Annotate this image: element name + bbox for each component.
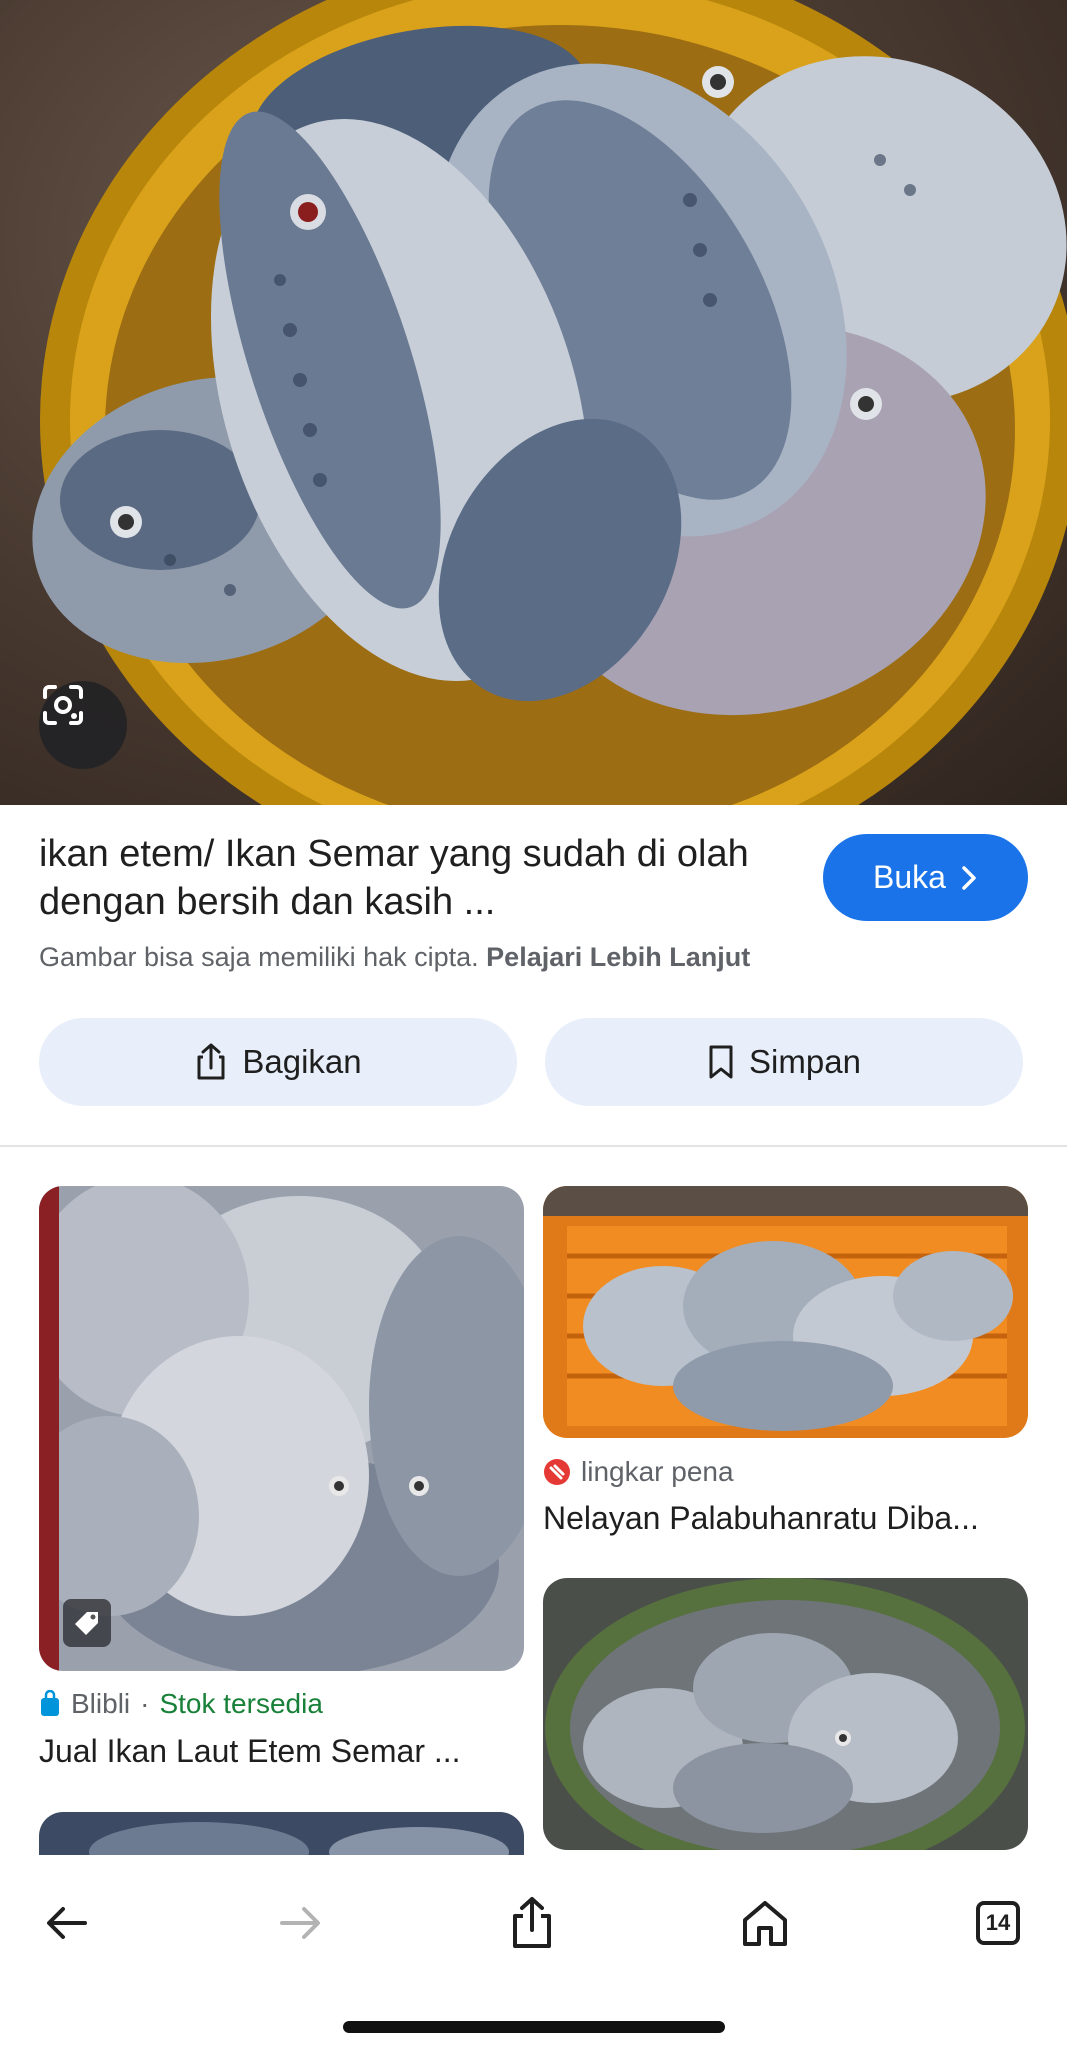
result-title-2[interactable]: Nelayan Palabuhanratu Diba... xyxy=(543,1500,1013,1537)
result-title-1[interactable]: Jual Ikan Laut Etem Semar ... xyxy=(39,1733,504,1770)
result-image-3 xyxy=(39,1812,524,1855)
image-title: ikan etem/ Ikan Semar yang sudah di olah… xyxy=(39,833,749,923)
bookmark-icon xyxy=(709,1045,733,1079)
tabs-count: 14 xyxy=(976,1901,1020,1945)
stock-status: Stok tersedia xyxy=(159,1688,323,1719)
share-icon xyxy=(513,1897,551,1948)
blibli-logo-icon xyxy=(41,1690,59,1716)
arrow-left-icon xyxy=(47,1907,87,1939)
main-image[interactable] xyxy=(0,0,1067,805)
lingkar-pena-logo-icon xyxy=(544,1459,570,1485)
result-thumbnail-3[interactable] xyxy=(39,1812,524,1855)
copyright-text: Gambar bisa saja memiliki hak cipta. xyxy=(39,942,487,972)
open-button[interactable]: Buka xyxy=(823,834,1028,921)
home-indicator[interactable] xyxy=(343,2021,725,2033)
result-source-2: lingkar pena xyxy=(543,1456,734,1488)
result-image-2 xyxy=(543,1186,1028,1438)
result-source-1: Blibli · Stok tersedia xyxy=(39,1688,323,1720)
share-icon xyxy=(197,1043,225,1080)
open-button-label: Buka xyxy=(873,859,946,895)
tag-icon xyxy=(75,1612,98,1635)
result-thumbnail-4[interactable] xyxy=(543,1578,1028,1850)
share-page-button[interactable] xyxy=(492,1883,572,1963)
home-icon xyxy=(743,1901,787,1946)
result-thumbnail-2[interactable] xyxy=(543,1186,1028,1438)
arrow-right-icon xyxy=(280,1907,320,1939)
result-image-4 xyxy=(543,1578,1028,1850)
save-label: Simpan xyxy=(749,1043,861,1080)
forward-button[interactable] xyxy=(260,1883,340,1963)
chevron-right-icon xyxy=(962,865,976,890)
learn-more-link[interactable]: Pelajari Lebih Lanjut xyxy=(486,942,750,972)
share-label: Bagikan xyxy=(242,1043,362,1080)
browser-toolbar: 14 xyxy=(0,1855,1067,2048)
product-tag-badge xyxy=(63,1599,111,1647)
fish-photo xyxy=(32,0,1067,805)
lens-icon xyxy=(43,685,83,725)
share-button[interactable]: Bagikan xyxy=(39,1018,517,1106)
back-button[interactable] xyxy=(27,1883,107,1963)
save-button[interactable]: Simpan xyxy=(545,1018,1023,1106)
result-thumbnail-1[interactable] xyxy=(39,1186,524,1671)
lens-button[interactable] xyxy=(39,681,127,769)
home-button[interactable] xyxy=(725,1883,805,1963)
source-separator: · xyxy=(140,1688,150,1719)
copyright-notice: Gambar bisa saja memiliki hak cipta. Pel… xyxy=(39,942,750,973)
result-source-name-2: lingkar pena xyxy=(581,1456,734,1487)
tabs-button[interactable]: 14 xyxy=(958,1883,1038,1963)
section-divider xyxy=(0,1145,1067,1147)
result-source-name-1: Blibli xyxy=(71,1688,131,1719)
result-image-1 xyxy=(39,1186,524,1671)
